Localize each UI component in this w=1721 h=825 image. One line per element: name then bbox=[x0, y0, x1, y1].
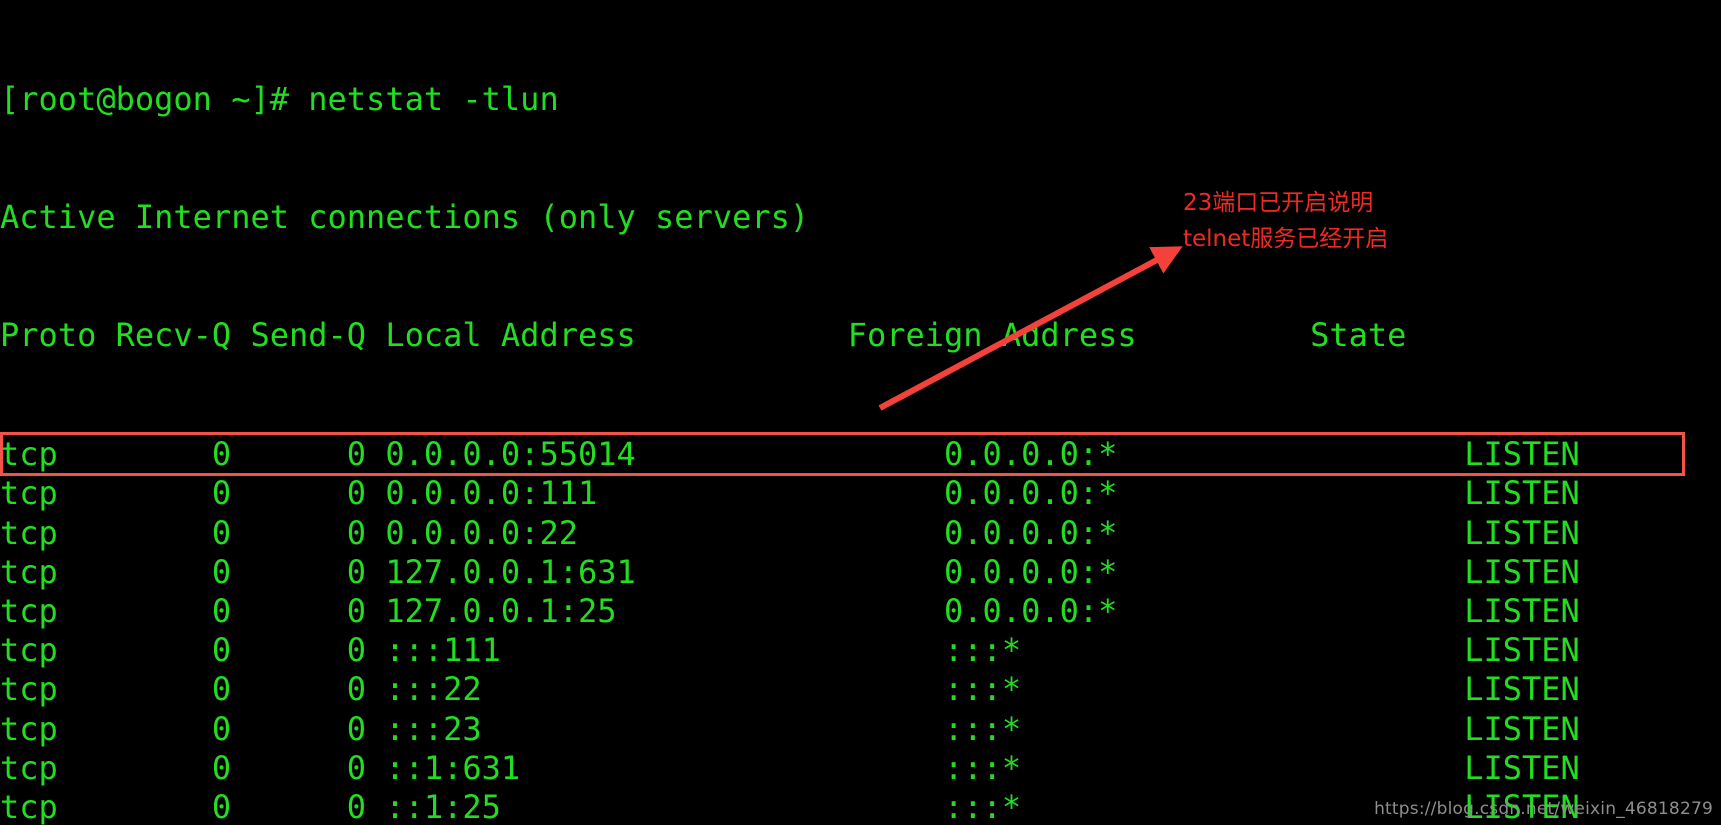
connection-row-list: tcp 0 0 0.0.0.0:55014 0.0.0.0:* LISTEN tc… bbox=[0, 433, 1721, 825]
connection-row: tcp 0 0 ::1:25 :::* LISTEN bbox=[0, 787, 1580, 825]
terminal-header-line: Proto Recv-Q Send-Q Local Address Foreig… bbox=[0, 315, 1407, 354]
terminal-subtitle-line: Active Internet connections (only server… bbox=[0, 198, 810, 236]
connection-row: tcp 0 0 0.0.0.0:22 0.0.0.0:* LISTEN bbox=[0, 513, 1580, 552]
connection-row-highlighted: tcp 0 0 :::23 :::* LISTEN bbox=[0, 709, 1580, 748]
terminal-screenshot: [root@bogon ~]# netstat -tlun Active Int… bbox=[0, 0, 1721, 825]
connection-row: tcp 0 0 127.0.0.1:631 0.0.0.0:* LISTEN bbox=[0, 552, 1580, 591]
connection-row: tcp 0 0 :::22 :::* LISTEN bbox=[0, 670, 1580, 709]
terminal-output[interactable]: [root@bogon ~]# netstat -tlun Active Int… bbox=[0, 0, 1721, 825]
connection-row: tcp 0 0 0.0.0.0:111 0.0.0.0:* LISTEN bbox=[0, 474, 1580, 513]
connection-row: tcp 0 0 127.0.0.1:25 0.0.0.0:* LISTEN bbox=[0, 591, 1580, 630]
connection-row: tcp 0 0 :::111 :::* LISTEN bbox=[0, 631, 1580, 670]
terminal-prompt-line: [root@bogon ~]# netstat -tlun bbox=[0, 80, 559, 119]
connection-row: tcp 0 0 0.0.0.0:55014 0.0.0.0:* LISTEN bbox=[0, 435, 1580, 474]
connection-row: tcp 0 0 ::1:631 :::* LISTEN bbox=[0, 748, 1580, 787]
